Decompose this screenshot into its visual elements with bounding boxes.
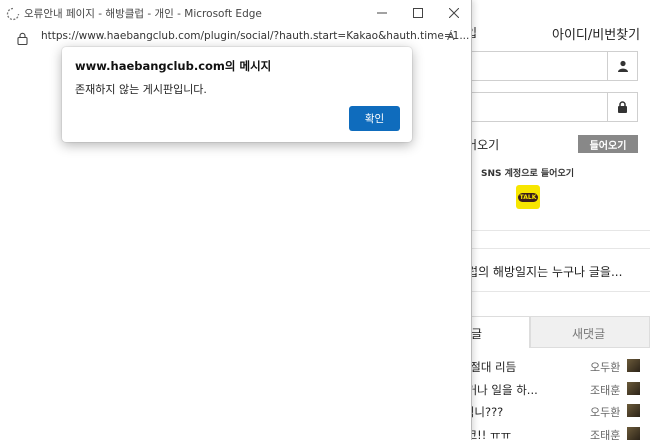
comment-author: 오두환 bbox=[590, 361, 621, 374]
lock-icon bbox=[607, 93, 637, 121]
find-account-link[interactable]: 아이디/비번찾기 bbox=[552, 24, 640, 43]
read-aloud-icon[interactable]: Á bbox=[447, 30, 455, 43]
comment-author: 오두환 bbox=[590, 406, 621, 419]
avatar bbox=[627, 404, 640, 417]
loading-icon bbox=[6, 6, 20, 21]
login-button[interactable]: 들어오기 bbox=[578, 135, 638, 153]
dialog-title: www.haebangclub.com의 메시지 bbox=[75, 59, 272, 73]
comment-author: 조태훈 bbox=[590, 383, 621, 397]
alert-dialog: www.haebangclub.com의 메시지 존재하지 않는 게시판입니다.… bbox=[62, 47, 412, 142]
window-title: 오류안내 페이지 - 해방클럽 - 개인 - Microsoft Edge bbox=[24, 8, 262, 20]
ok-button[interactable]: 확인 bbox=[349, 106, 400, 131]
kakao-talk-icon: TALK bbox=[517, 192, 539, 202]
close-button[interactable] bbox=[436, 0, 472, 26]
tab-new-comments-label: 새댓글 bbox=[572, 327, 606, 341]
kakao-login-button[interactable]: TALK bbox=[516, 185, 540, 209]
avatar bbox=[627, 381, 640, 395]
address-bar[interactable]: https://www.haebangclub.com/plugin/socia… bbox=[0, 26, 471, 48]
url-text: https://www.haebangclub.com/plugin/socia… bbox=[41, 30, 470, 42]
maximize-button[interactable] bbox=[400, 0, 436, 26]
user-icon bbox=[607, 52, 637, 80]
avatar bbox=[627, 426, 640, 440]
tab-new-comments[interactable]: 새댓글 bbox=[530, 316, 650, 348]
lock-icon[interactable] bbox=[17, 30, 28, 49]
title-bar[interactable]: 오류안내 페이지 - 해방클럽 - 개인 - Microsoft Edge bbox=[0, 0, 471, 26]
tab-posts-label: 글 bbox=[471, 327, 483, 341]
dialog-message: 존재하지 않는 게시판입니다. bbox=[75, 83, 207, 96]
sns-login-label: SNS 계정으로 들어오기 bbox=[481, 169, 575, 179]
minimize-button[interactable] bbox=[364, 0, 400, 26]
notice-text: 클럽의 해방일지는 누구나 글을... bbox=[456, 265, 623, 279]
comment-author: 조태훈 bbox=[590, 428, 621, 440]
avatar bbox=[627, 359, 640, 372]
popup-browser-window: 오류안내 페이지 - 해방클럽 - 개인 - Microsoft Edge ht… bbox=[0, 0, 472, 440]
